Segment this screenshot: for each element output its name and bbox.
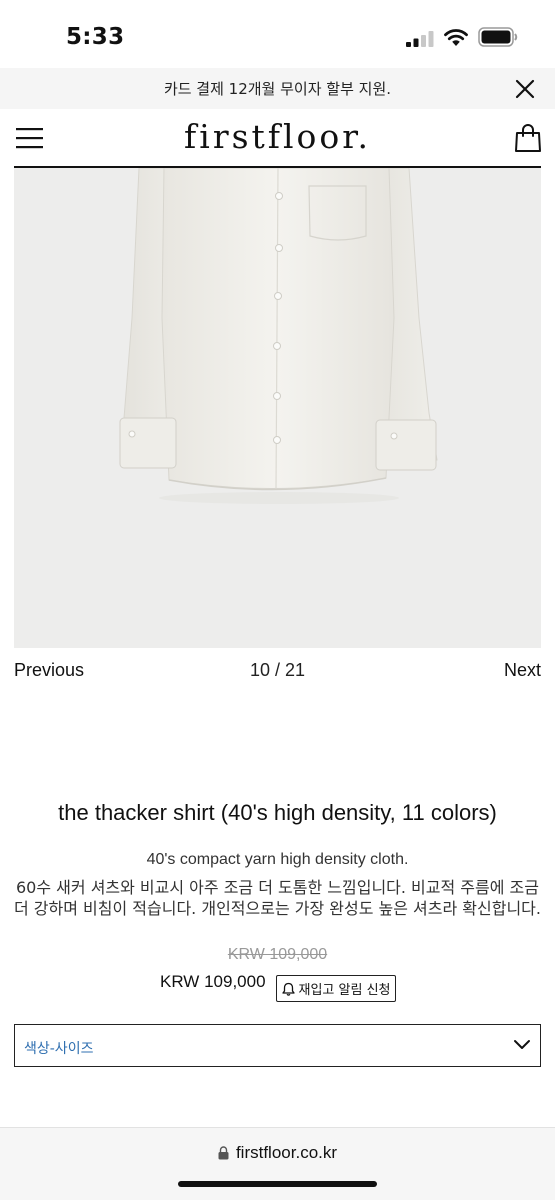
bell-icon bbox=[281, 982, 295, 996]
product-description: 60수 새커 셔츠와 비교시 아주 조금 더 도톰한 느낌입니다. 비교적 주름… bbox=[14, 878, 541, 918]
status-bar: 5:33 bbox=[0, 0, 555, 68]
chevron-down-icon bbox=[514, 1040, 530, 1049]
url-text: firstfloor.co.kr bbox=[235, 1143, 338, 1162]
home-indicator bbox=[178, 1181, 377, 1187]
wifi-icon bbox=[444, 29, 468, 46]
address-bar[interactable]: firstfloor.co.kr bbox=[0, 1143, 555, 1163]
site-logo[interactable]: firstfloor. bbox=[0, 117, 555, 156]
shopping-bag-icon[interactable] bbox=[515, 124, 541, 152]
product-image[interactable] bbox=[14, 168, 541, 648]
original-price: KRW 109,000 bbox=[227, 946, 328, 963]
restock-alert-label: 재입고 알림 신청 bbox=[298, 983, 391, 998]
status-time: 5:33 bbox=[66, 24, 125, 50]
promo-text: 카드 결제 12개월 무이자 할부 지원. bbox=[163, 80, 392, 98]
lock-icon bbox=[218, 1146, 229, 1160]
signal-icon bbox=[406, 31, 434, 47]
option-select[interactable]: 색상-사이즈 bbox=[14, 1024, 541, 1067]
shirt-illustration bbox=[119, 168, 438, 504]
product-title: the thacker shirt (40's high density, 11… bbox=[58, 800, 497, 825]
close-icon[interactable] bbox=[514, 78, 536, 100]
product-subtitle: 40's compact yarn high density cloth. bbox=[146, 851, 409, 868]
battery-icon bbox=[478, 27, 518, 47]
option-select-label: 색상-사이즈 bbox=[24, 1041, 94, 1057]
browser-bottom-bar bbox=[0, 1127, 555, 1200]
image-counter: 10 / 21 bbox=[249, 660, 306, 680]
promo-banner: 카드 결제 12개월 무이자 할부 지원. bbox=[0, 68, 555, 109]
next-image-button[interactable]: Next bbox=[504, 660, 541, 681]
current-price: KRW 109,000 bbox=[160, 972, 266, 991]
restock-alert-button[interactable]: 재입고 알림 신청 bbox=[276, 975, 396, 1002]
